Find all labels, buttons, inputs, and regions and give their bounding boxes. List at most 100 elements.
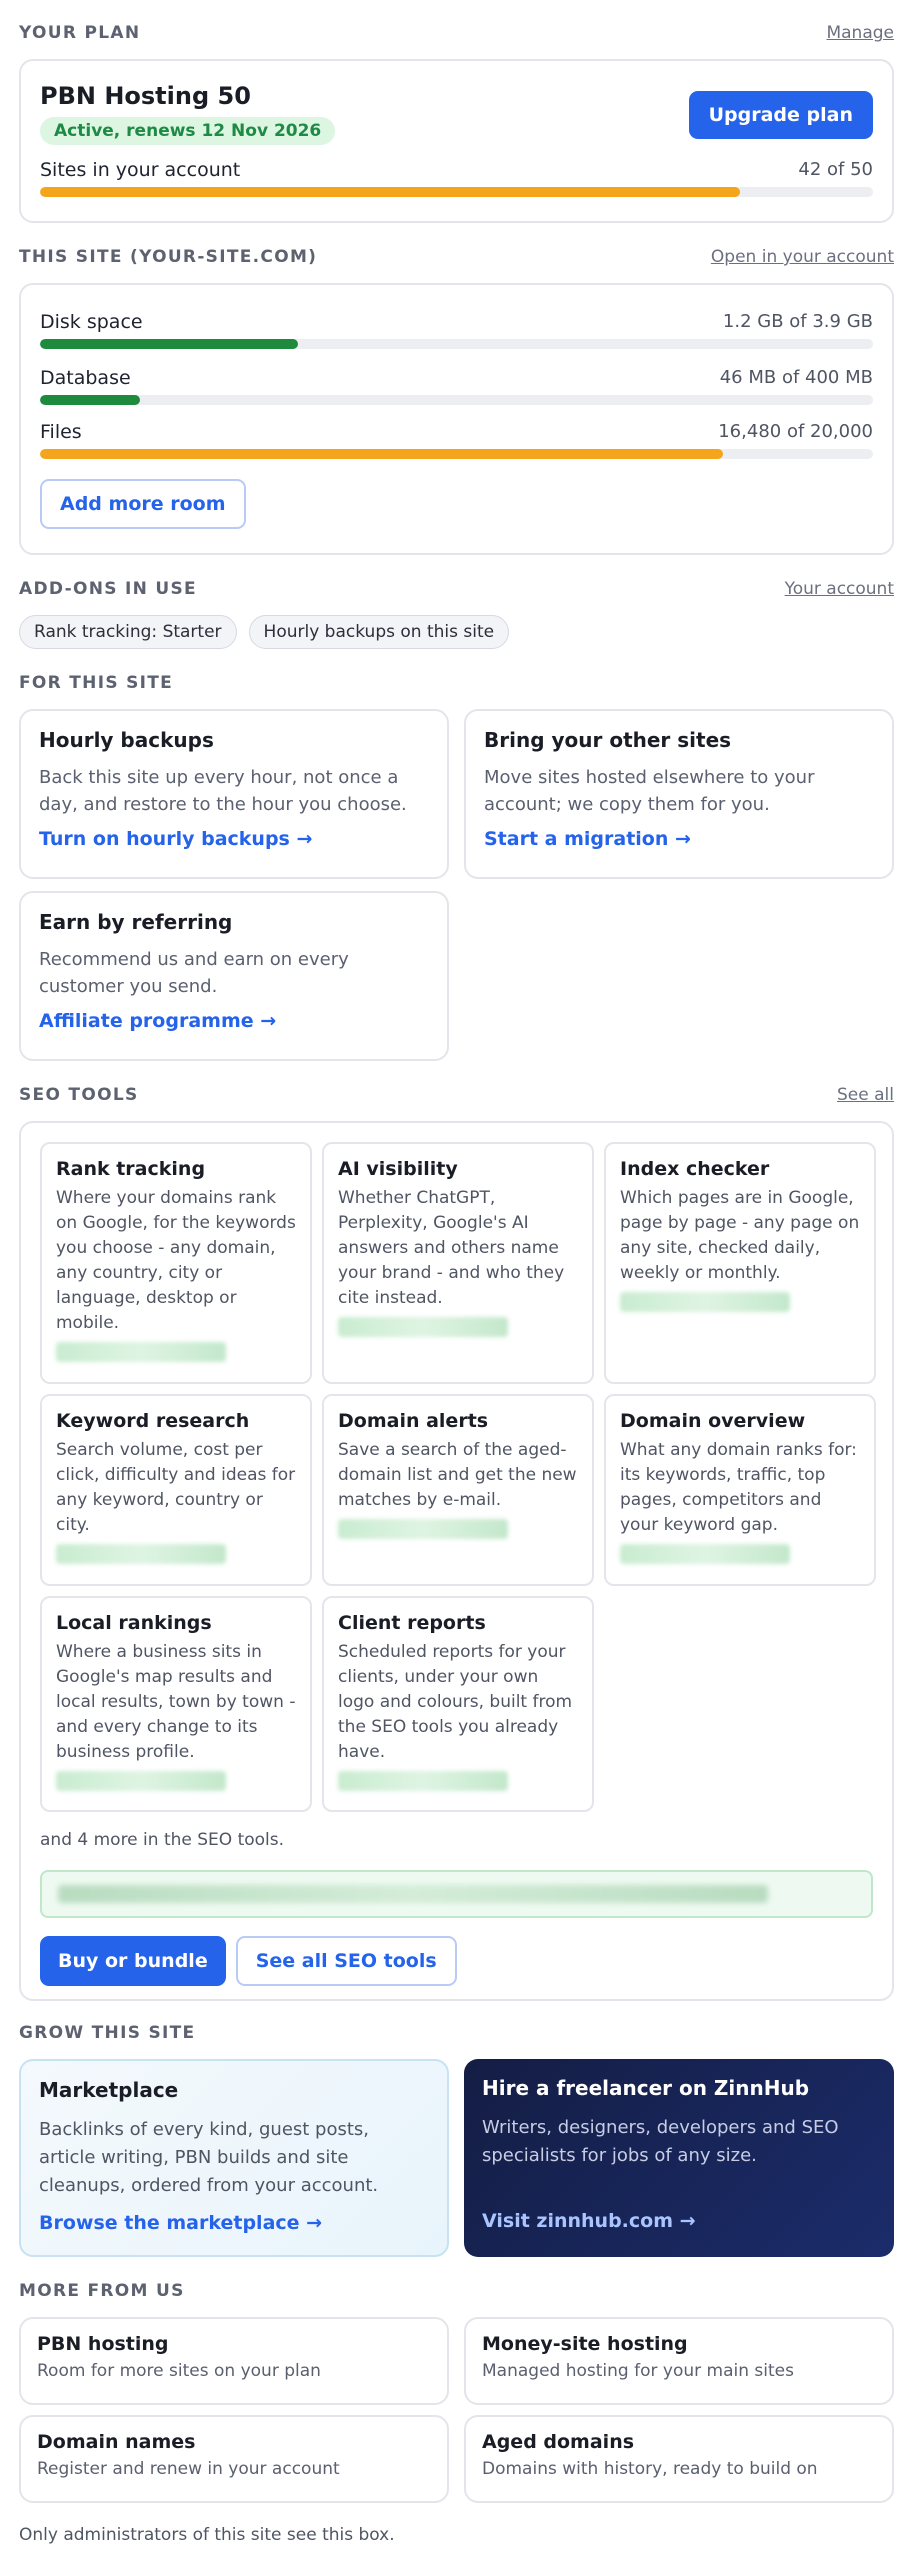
more-tile-text: Room for more sites on your plan — [37, 2361, 321, 2381]
referral-tile[interactable]: Earn by referring Recommend us and earn … — [19, 891, 449, 1061]
usage-label: Database — [40, 367, 131, 389]
blurred-price — [56, 1544, 226, 1564]
open-in-account-link[interactable]: Open in your account — [711, 247, 894, 267]
seo-tools-grid: Rank tracking Where your domains rank on… — [40, 1142, 876, 1812]
blurred-price — [56, 1342, 226, 1362]
migration-tile[interactable]: Bring your other sites Move sites hosted… — [464, 709, 894, 879]
for-site-tiles: Hourly backups Back this site up every h… — [19, 709, 894, 1061]
usage-row-database: Database 46 MB of 400 MB — [40, 367, 873, 405]
marketplace-text: Backlinks of every kind, guest posts, ar… — [39, 2119, 379, 2196]
tile-title: Hourly backups — [39, 728, 214, 752]
usage-label: Files — [40, 421, 82, 443]
usage-value: 16,480 of 20,000 — [718, 421, 873, 442]
site-section-title: THIS SITE (YOUR-SITE.COM) — [19, 247, 318, 267]
addon-chip[interactable]: Hourly backups on this site — [248, 615, 510, 649]
browse-marketplace-link[interactable]: Browse the marketplace → — [39, 2212, 429, 2234]
addon-chip[interactable]: Rank tracking: Starter — [19, 615, 237, 649]
for-site-section-title: FOR THIS SITE — [19, 673, 174, 693]
seo-tool-domain-alerts[interactable]: Domain alerts Save a search of the aged-… — [322, 1394, 594, 1586]
usage-bar — [40, 339, 873, 349]
usage-row-files: Files 16,480 of 20,000 — [40, 421, 873, 459]
more-tile-text: Domains with history, ready to build on — [482, 2459, 818, 2479]
seo-tool-local-rankings[interactable]: Local rankings Where a business sits in … — [40, 1596, 312, 1812]
tool-text: What any domain ranks for: its keywords,… — [620, 1440, 857, 1535]
seo-tool-domain-overview[interactable]: Domain overview What any domain ranks fo… — [604, 1394, 876, 1586]
sites-progress-fill — [40, 187, 740, 197]
buy-or-bundle-button[interactable]: Buy or bundle — [40, 1936, 226, 1986]
tool-title: Rank tracking — [56, 1158, 206, 1180]
affiliate-link[interactable]: Affiliate programme → — [39, 1010, 429, 1032]
admin-only-note: Only administrators of this site see thi… — [19, 2525, 395, 2545]
money-site-hosting-tile[interactable]: Money-site hosting Managed hosting for y… — [464, 2317, 894, 2405]
freelancer-tile[interactable]: Hire a freelancer on ZinnHub Writers, de… — [464, 2059, 894, 2257]
usage-bar-fill — [40, 449, 724, 459]
sites-value: 42 of 50 — [798, 159, 873, 180]
usage-value: 46 MB of 400 MB — [719, 367, 873, 388]
domain-names-tile[interactable]: Domain names Register and renew in your … — [19, 2415, 449, 2503]
more-tile-title: PBN hosting — [37, 2333, 169, 2355]
more-section-header: MORE FROM US — [19, 2279, 894, 2303]
manage-link[interactable]: Manage — [826, 23, 894, 43]
tool-text: Save a search of the aged-domain list an… — [338, 1440, 577, 1510]
sites-progress-bar — [40, 187, 873, 197]
turn-on-backups-link[interactable]: Turn on hourly backups → — [39, 828, 429, 850]
blurred-price — [56, 1771, 226, 1791]
tile-text: Back this site up every hour, not once a… — [39, 767, 407, 815]
blurred-price — [338, 1519, 508, 1539]
seo-tool-client-reports[interactable]: Client reports Scheduled reports for you… — [322, 1596, 594, 1812]
seo-tool-index-checker[interactable]: Index checker Which pages are in Google,… — [604, 1142, 876, 1384]
add-more-room-button[interactable]: Add more room — [40, 479, 246, 529]
visit-zinnhub-link[interactable]: Visit zinnhub.com → — [482, 2210, 876, 2232]
usage-bar-fill — [40, 339, 299, 349]
see-all-seo-tools-button[interactable]: See all SEO tools — [235, 1936, 457, 1986]
seo-section-title: SEO TOOLS — [19, 1085, 139, 1105]
sites-label: Sites in your account — [40, 159, 241, 181]
pbn-hosting-tile[interactable]: PBN hosting Room for more sites on your … — [19, 2317, 449, 2405]
marketplace-tile[interactable]: Marketplace Backlinks of every kind, gue… — [19, 2059, 449, 2257]
hourly-backups-tile[interactable]: Hourly backups Back this site up every h… — [19, 709, 449, 879]
tile-title: Bring your other sites — [484, 728, 732, 752]
seo-tool-rank-tracking[interactable]: Rank tracking Where your domains rank on… — [40, 1142, 312, 1384]
more-tools-text: and 4 more in the SEO tools. — [40, 1830, 285, 1850]
more-tile-title: Money-site hosting — [482, 2333, 688, 2355]
tool-text: Where a business sits in Google's map re… — [56, 1642, 296, 1762]
tile-text: Recommend us and earn on every customer … — [39, 949, 349, 997]
usage-bar-fill — [40, 395, 140, 405]
tool-title: Index checker — [620, 1158, 770, 1180]
tile-text: Move sites hosted elsewhere to your acco… — [484, 767, 815, 815]
tool-text: Whether ChatGPT, Perplexity, Google's AI… — [338, 1188, 565, 1308]
sites-usage-row: Sites in your account 42 of 50 — [40, 159, 873, 181]
usage-label: Disk space — [40, 311, 143, 333]
tool-title: Local rankings — [56, 1612, 212, 1634]
more-section-title: MORE FROM US — [19, 2281, 185, 2301]
seo-actions: Buy or bundle See all SEO tools — [40, 1936, 873, 1986]
tool-title: Client reports — [338, 1612, 486, 1634]
tool-text: Where your domains rank on Google, for t… — [56, 1188, 296, 1333]
blurred-price — [338, 1317, 508, 1337]
seo-section-header: SEO TOOLS See all — [19, 1083, 894, 1107]
for-site-section-header: FOR THIS SITE — [19, 671, 894, 695]
usage-bar — [40, 449, 873, 459]
aged-domains-tile[interactable]: Aged domains Domains with history, ready… — [464, 2415, 894, 2503]
tool-title: Domain overview — [620, 1410, 806, 1432]
addons-section-title: ADD-ONS IN USE — [19, 579, 197, 599]
upgrade-plan-button[interactable]: Upgrade plan — [688, 91, 873, 139]
plan-status-badge: Active, renews 12 Nov 2026 — [40, 117, 336, 145]
more-tile-text: Register and renew in your account — [37, 2459, 340, 2479]
usage-row-disk: Disk space 1.2 GB of 3.9 GB — [40, 311, 873, 349]
blurred-price — [338, 1771, 508, 1791]
freelancer-title: Hire a freelancer on ZinnHub — [482, 2076, 810, 2100]
more-tile-title: Aged domains — [482, 2431, 635, 2453]
plan-section-title: YOUR PLAN — [19, 23, 141, 43]
more-tile-title: Domain names — [37, 2431, 196, 2453]
start-migration-link[interactable]: Start a migration → — [484, 828, 874, 850]
see-all-link[interactable]: See all — [837, 1085, 894, 1105]
tool-text: Scheduled reports for your clients, unde… — [338, 1642, 573, 1762]
grow-section-title: GROW THIS SITE — [19, 2023, 196, 2043]
seo-tool-ai-visibility[interactable]: AI visibility Whether ChatGPT, Perplexit… — [322, 1142, 594, 1384]
addons-section-header: ADD-ONS IN USE Your account — [19, 577, 894, 601]
site-usage-card: Disk space 1.2 GB of 3.9 GB Database 46 MB… — [19, 283, 894, 555]
seo-tool-keyword-research[interactable]: Keyword research Search volume, cost per… — [40, 1394, 312, 1586]
your-account-link[interactable]: Your account — [785, 579, 894, 599]
plan-card: PBN Hosting 50 Active, renews 12 Nov 202… — [19, 59, 894, 223]
